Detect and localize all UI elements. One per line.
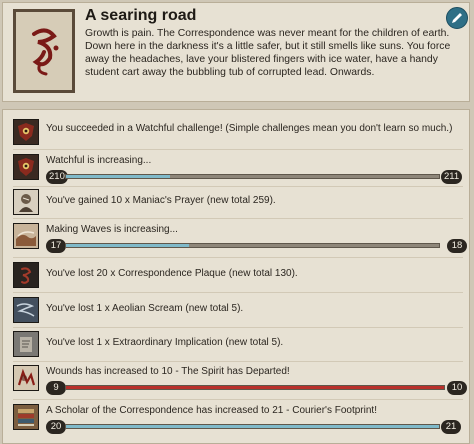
result-item: You've gained 10 x Maniac's Prayer (new … — [13, 189, 463, 215]
result-text: A Scholar of the Correspondence has incr… — [46, 405, 377, 416]
story-title: A searing road — [85, 7, 197, 24]
result-item: Wounds has increased to 10 - The Spirit … — [13, 365, 467, 395]
quality-level-to: 211 — [441, 170, 463, 184]
result-text: Making Waves is increasing... — [46, 224, 178, 235]
quality-level-from: 9 — [46, 381, 66, 395]
watchful-eye-icon — [13, 154, 39, 180]
result-item: Watchful is increasing... 210 211 — [13, 154, 463, 184]
correspondence-plaque-icon — [13, 262, 39, 288]
result-item: You've lost 20 x Correspondence Plaque (… — [13, 262, 463, 288]
result-item: You succeeded in a Watchful challenge! (… — [13, 119, 463, 145]
story-panel: A searing road Growth is pain. The Corre… — [2, 2, 470, 102]
result-item: You've lost 1 x Extraordinary Implicatio… — [13, 331, 463, 357]
maniacs-prayer-icon — [13, 189, 39, 215]
making-waves-icon — [13, 223, 39, 249]
quality-level-to: 18 — [447, 239, 467, 253]
quality-level-to: 21 — [441, 420, 461, 434]
scholar-icon — [13, 404, 39, 430]
wounds-icon — [13, 365, 39, 391]
result-item: You've lost 1 x Aeolian Scream (new tota… — [13, 297, 463, 323]
watchful-eye-icon — [13, 119, 39, 145]
result-text: You succeeded in a Watchful challenge! (… — [46, 123, 453, 134]
quality-level-to: 10 — [447, 381, 467, 395]
progress-bar — [65, 243, 440, 248]
correspondence-sigil-icon — [16, 12, 72, 90]
result-text: You've lost 1 x Extraordinary Implicatio… — [46, 337, 284, 348]
result-item: A Scholar of the Correspondence has incr… — [13, 404, 463, 434]
result-item: Making Waves is increasing... 17 18 — [13, 223, 467, 253]
progress-bar — [65, 424, 440, 429]
result-text: You've gained 10 x Maniac's Prayer (new … — [46, 195, 276, 206]
progress-fill — [66, 386, 444, 389]
story-image — [13, 9, 75, 93]
result-text: You've lost 20 x Correspondence Plaque (… — [46, 268, 298, 279]
pencil-icon — [452, 13, 462, 23]
edit-button[interactable] — [446, 7, 468, 29]
result-text: Watchful is increasing... — [46, 155, 152, 166]
extraordinary-implication-icon — [13, 331, 39, 357]
quality-level-from: 17 — [46, 239, 66, 253]
story-description: Growth is pain. The Correspondence was n… — [85, 28, 451, 78]
results-panel: You succeeded in a Watchful challenge! (… — [2, 109, 470, 444]
result-text: Wounds has increased to 10 - The Spirit … — [46, 366, 290, 377]
quality-level-from: 20 — [46, 420, 66, 434]
result-text: You've lost 1 x Aeolian Scream (new tota… — [46, 303, 244, 314]
progress-bar — [65, 174, 440, 179]
aeolian-scream-icon — [13, 297, 39, 323]
progress-fill — [66, 425, 439, 428]
progress-fill — [66, 175, 171, 178]
progress-fill — [66, 244, 190, 247]
progress-bar — [65, 385, 445, 390]
